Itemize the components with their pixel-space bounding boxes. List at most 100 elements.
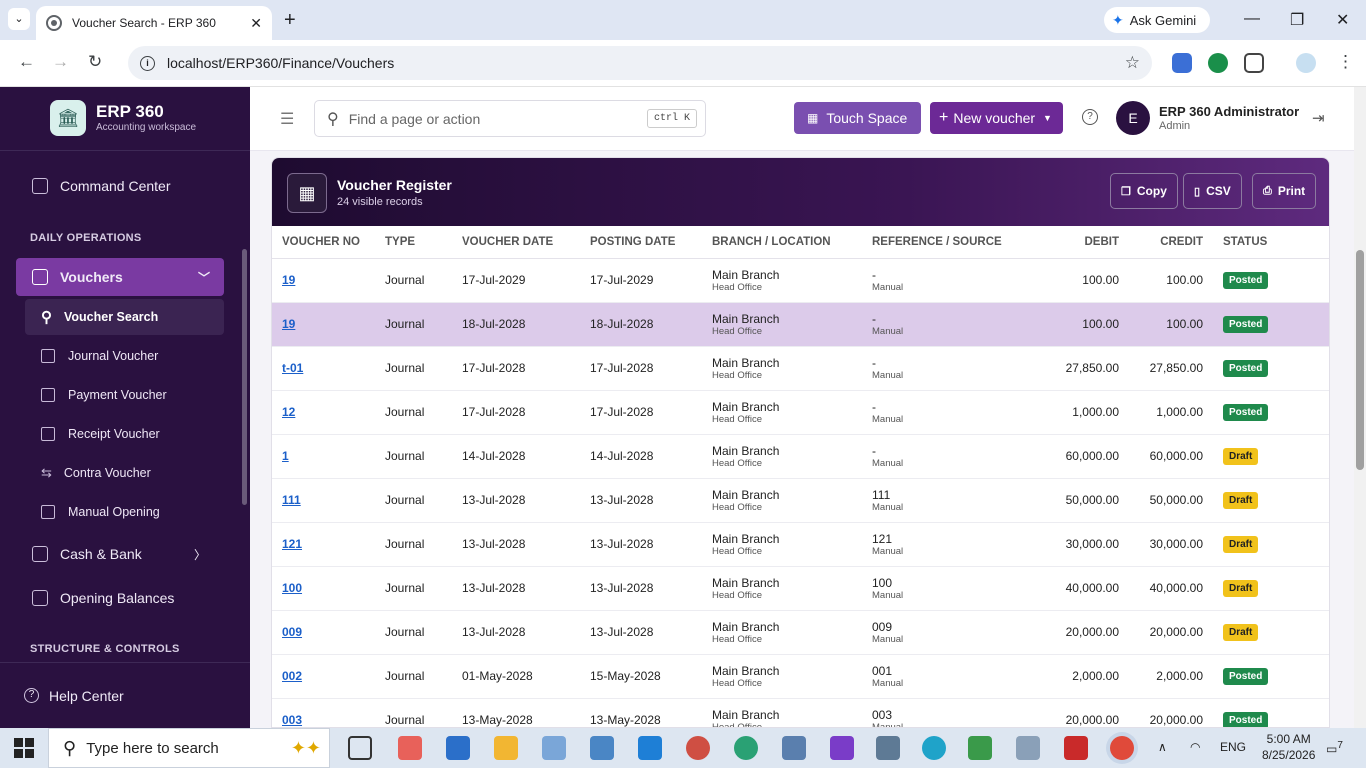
edge-icon[interactable] <box>734 736 758 760</box>
sql-server-icon[interactable] <box>876 736 900 760</box>
sub-journal-voucher[interactable]: Journal Voucher <box>25 338 224 374</box>
table-row[interactable]: t-01 Journal 17-Jul-2028 17-Jul-2028 Main Br… <box>272 346 1329 391</box>
restore-icon[interactable]: ❐ <box>1290 10 1304 30</box>
touch-space-button[interactable]: ▦ Touch Space <box>794 102 921 134</box>
task-view-icon[interactable] <box>348 736 372 760</box>
scrollbar-thumb[interactable] <box>1356 250 1364 470</box>
cell-status: Posted <box>1203 302 1329 347</box>
voucher-no-link[interactable]: 121 <box>282 537 302 551</box>
database-icon[interactable] <box>1016 736 1040 760</box>
forward-arrow-icon[interactable]: → <box>52 52 69 72</box>
notepad-icon[interactable] <box>968 736 992 760</box>
sidebar-scrollbar[interactable] <box>242 249 247 505</box>
csv-button[interactable]: ▯ CSV <box>1183 173 1242 209</box>
sub-contra-voucher[interactable]: ⇆ Contra Voucher <box>25 455 224 491</box>
sub-voucher-search[interactable]: ⚲ Voucher Search <box>25 299 224 335</box>
voucher-no-link[interactable]: 009 <box>282 625 302 639</box>
app-blue-icon[interactable] <box>446 736 470 760</box>
canva-icon[interactable] <box>922 736 946 760</box>
voucher-no-link[interactable]: 19 <box>282 273 295 287</box>
table-row[interactable]: 121 Journal 13-Jul-2028 13-Jul-2028 Main Bra… <box>272 522 1329 567</box>
avatar[interactable]: E <box>1116 101 1150 135</box>
print-button[interactable]: ⎙ Print <box>1252 173 1317 209</box>
nav-vouchers[interactable]: Vouchers ﹀ <box>16 258 224 296</box>
copilot-icon[interactable] <box>398 736 422 760</box>
tab-close-icon[interactable]: ✕ <box>250 15 262 32</box>
taskbar-search-input[interactable]: ⚲ Type here to search ✦✦ <box>48 728 330 768</box>
table-row[interactable]: 111 Journal 13-Jul-2028 13-Jul-2028 Main Bra… <box>272 478 1329 523</box>
address-bar[interactable]: i localhost/ERP360/Finance/Vouchers ☆ <box>128 46 1152 80</box>
voucher-no-link[interactable]: 111 <box>282 493 301 507</box>
chrome-menu-icon[interactable]: ⋮ <box>1337 52 1354 72</box>
tray-chevron-icon[interactable]: ∧ <box>1158 740 1167 754</box>
col-type[interactable]: TYPE <box>385 226 462 259</box>
windows-start-icon[interactable] <box>14 738 34 758</box>
content-scrollbar[interactable] <box>1354 87 1366 728</box>
sub-manual-opening[interactable]: Manual Opening <box>25 494 224 530</box>
vscode-icon[interactable] <box>638 736 662 760</box>
visual-studio-icon[interactable] <box>830 736 854 760</box>
col-debit[interactable]: DEBIT <box>1022 226 1119 259</box>
col-posting-date[interactable]: POSTING DATE <box>590 226 712 259</box>
extension-blue-icon[interactable] <box>1172 53 1192 73</box>
wifi-icon[interactable]: ◠ <box>1190 740 1200 754</box>
minimize-icon[interactable]: — <box>1244 10 1260 28</box>
notification-icon[interactable]: ▭7 <box>1326 740 1343 756</box>
nav-command-center[interactable]: Command Center <box>16 175 224 197</box>
window-close-icon[interactable]: ✕ <box>1336 10 1349 30</box>
nav-cash-bank[interactable]: Cash & Bank 〉 <box>16 543 224 565</box>
table-row[interactable]: 1 Journal 14-Jul-2028 14-Jul-2028 Main Branc… <box>272 434 1329 479</box>
table-row[interactable]: 002 Journal 01-May-2028 15-May-2028 Main Bra… <box>272 654 1329 699</box>
col-voucher-date[interactable]: VOUCHER DATE <box>462 226 590 259</box>
sub-payment-voucher[interactable]: Payment Voucher <box>25 377 224 413</box>
grammarly-icon[interactable] <box>1208 53 1228 73</box>
new-voucher-button[interactable]: + New voucher ▼ <box>930 102 1063 134</box>
table-row[interactable]: 009 Journal 13-Jul-2028 13-Jul-2028 Main Bra… <box>272 610 1329 655</box>
table-row[interactable]: 100 Journal 13-Jul-2028 13-Jul-2028 Main Bra… <box>272 566 1329 611</box>
browser-tab[interactable]: Voucher Search - ERP 360 ✕ <box>36 6 272 40</box>
filezilla-icon[interactable] <box>1064 736 1088 760</box>
table-row[interactable]: 12 Journal 17-Jul-2028 17-Jul-2028 Main Bran… <box>272 390 1329 435</box>
new-tab-icon[interactable]: + <box>284 9 296 32</box>
col-voucher-no[interactable]: VOUCHER NO <box>272 226 385 259</box>
extensions-puzzle-icon[interactable] <box>1244 53 1264 73</box>
store-icon[interactable] <box>542 736 566 760</box>
col-credit[interactable]: CREDIT <box>1119 226 1203 259</box>
profile-icon[interactable] <box>1296 53 1316 73</box>
language-indicator[interactable]: ENG <box>1220 740 1246 754</box>
table-row[interactable]: 19 Journal 17-Jul-2029 17-Jul-2029 Main Bran… <box>272 258 1329 303</box>
table-row[interactable]: 003 Journal 13-May-2028 13-May-2028 Main Bra… <box>272 698 1329 727</box>
voucher-no-link[interactable]: 19 <box>282 317 295 331</box>
voucher-no-link[interactable]: 003 <box>282 713 302 727</box>
table-row[interactable]: 19 Journal 18-Jul-2028 18-Jul-2028 Main Bran… <box>272 302 1329 347</box>
chrome-icon[interactable] <box>1110 736 1134 760</box>
voucher-no-link[interactable]: 12 <box>282 405 295 419</box>
reload-icon[interactable]: ↻ <box>88 52 102 72</box>
file-explorer-icon[interactable] <box>494 736 518 760</box>
ask-gemini-button[interactable]: ✦ Ask Gemini <box>1104 7 1210 33</box>
sub-receipt-voucher[interactable]: Receipt Voucher <box>25 416 224 452</box>
tab-search-dropdown[interactable]: ⌄ <box>8 8 30 30</box>
bookmark-star-icon[interactable]: ☆ <box>1125 53 1140 73</box>
page-search-input[interactable]: ⚲ Find a page or action ctrl K <box>314 100 706 137</box>
col-branch[interactable]: BRANCH / LOCATION <box>712 226 872 259</box>
voucher-no-link[interactable]: 100 <box>282 581 302 595</box>
help-icon[interactable]: ? <box>1082 109 1098 125</box>
hamburger-menu-icon[interactable]: ☰ <box>280 109 294 129</box>
site-info-icon[interactable]: i <box>140 55 155 71</box>
help-center-link[interactable]: ? Help Center <box>0 662 250 728</box>
clock[interactable]: 5:00 AM 8/25/2026 <box>1262 731 1315 763</box>
col-reference[interactable]: REFERENCE / SOURCE <box>872 226 1022 259</box>
voucher-no-link[interactable]: t-01 <box>282 361 303 375</box>
voucher-no-link[interactable]: 002 <box>282 669 302 683</box>
postgres-icon[interactable] <box>782 736 806 760</box>
nav-opening-balances[interactable]: Opening Balances <box>16 587 224 609</box>
voucher-no-link[interactable]: 1 <box>282 449 289 463</box>
app-window-icon[interactable] <box>590 736 614 760</box>
col-status[interactable]: STATUS <box>1203 226 1329 259</box>
logout-icon[interactable]: ⇥ <box>1312 109 1325 127</box>
back-arrow-icon[interactable]: ← <box>18 52 35 72</box>
paint-icon[interactable] <box>686 736 710 760</box>
copy-button[interactable]: ❐ Copy <box>1110 173 1178 209</box>
cell-branch: Main Branch Head Office <box>712 258 872 303</box>
